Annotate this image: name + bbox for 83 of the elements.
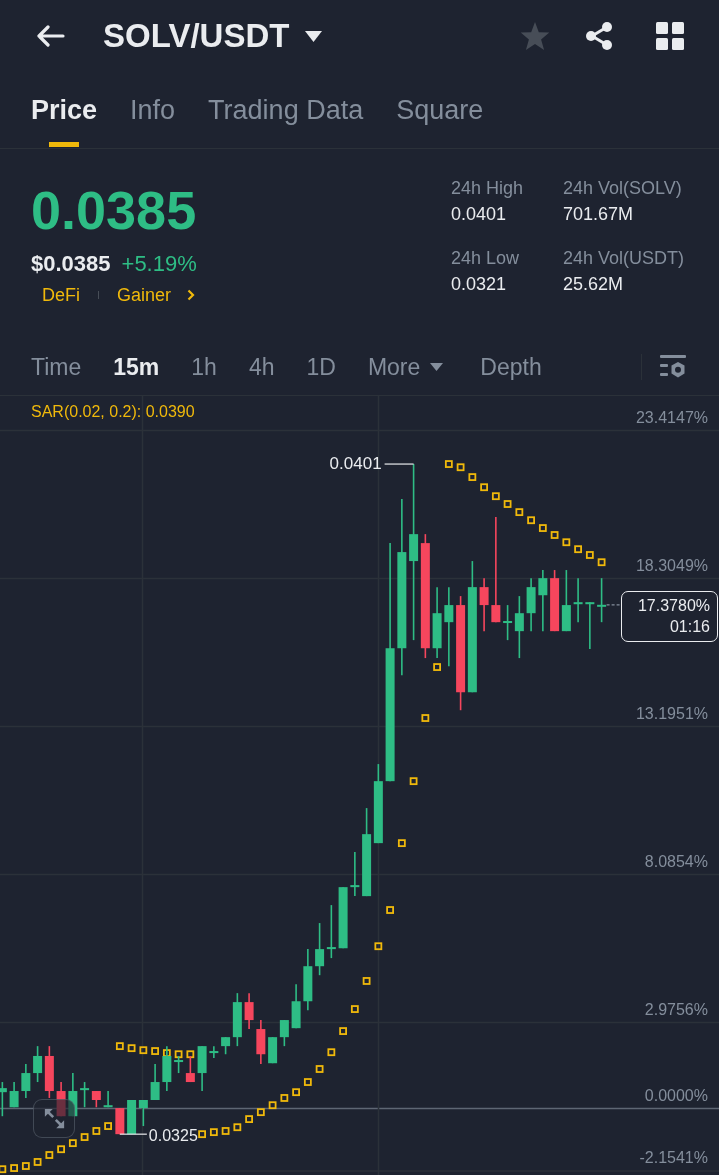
stat-value: 0.0321 xyxy=(451,273,508,296)
candle xyxy=(315,922,325,976)
caret-down-icon xyxy=(430,362,444,371)
candle xyxy=(162,1045,172,1092)
countdown-label: 01:16 xyxy=(669,617,710,638)
candle xyxy=(138,1099,148,1127)
interval-tab[interactable]: 4h xyxy=(248,351,275,382)
axis-label: 13.1951% xyxy=(635,704,708,724)
share-icon[interactable] xyxy=(585,22,613,50)
interval-tab[interactable]: Depth xyxy=(480,351,542,382)
pair-title[interactable]: SOLV/USDT xyxy=(103,16,290,56)
stat-label: 24h Vol(SOLV) xyxy=(563,177,683,200)
low-price-label: 0.0325 xyxy=(148,1126,198,1147)
interval-tab[interactable]: 15m xyxy=(113,351,160,382)
candle xyxy=(526,577,536,632)
candle xyxy=(538,569,548,632)
candle xyxy=(597,577,607,623)
candle xyxy=(338,886,348,950)
star-icon[interactable] xyxy=(520,21,550,51)
price-change: +5.19% xyxy=(121,250,197,278)
tab[interactable]: Square xyxy=(396,72,484,148)
stat-label: 24h High xyxy=(451,177,525,200)
candle xyxy=(350,851,360,897)
candle xyxy=(256,1019,266,1065)
high-price-label: 0.0401 xyxy=(329,454,382,475)
stat-value: 25.62M xyxy=(563,273,625,296)
candle xyxy=(585,601,595,650)
axis-label: 0.0000% xyxy=(644,1086,708,1107)
candle xyxy=(479,577,489,632)
chart-settings-icon[interactable] xyxy=(660,355,686,378)
candle xyxy=(561,569,571,632)
caret-down-icon[interactable] xyxy=(305,30,323,42)
candle xyxy=(291,983,301,1029)
candle xyxy=(573,577,583,623)
candle xyxy=(21,1063,31,1099)
candle xyxy=(303,948,313,1011)
low-leader-line xyxy=(119,1133,148,1135)
last-price: 0.0385 xyxy=(31,179,197,241)
candle xyxy=(197,1045,207,1092)
candle xyxy=(44,1045,54,1099)
chevron-right-icon[interactable] xyxy=(187,289,196,301)
back-arrow-icon[interactable] xyxy=(35,25,65,47)
expand-icon xyxy=(43,1108,65,1129)
stat-label: 24h Low xyxy=(451,247,521,270)
candle xyxy=(9,1081,19,1109)
candle xyxy=(33,1045,43,1083)
candle xyxy=(550,569,560,632)
candle xyxy=(326,904,336,959)
tab[interactable]: Price xyxy=(31,72,98,148)
stat-value: 0.0401 xyxy=(451,203,508,226)
candle xyxy=(209,1045,219,1059)
axis-label: -2.1541% xyxy=(639,1148,708,1169)
interval-tab[interactable]: 1h xyxy=(191,351,217,382)
price-line xyxy=(606,604,621,606)
interval-tab[interactable]: 1D xyxy=(306,351,336,382)
grid-icon[interactable] xyxy=(656,22,684,50)
tab[interactable]: Info xyxy=(130,72,176,148)
candle xyxy=(56,1081,66,1117)
tag-link[interactable]: Gainer xyxy=(117,282,172,308)
interval-tab[interactable]: Time xyxy=(31,351,82,382)
tag-link[interactable]: DeFi xyxy=(42,282,80,308)
axis-label: 18.3049% xyxy=(635,556,708,576)
candle xyxy=(268,1036,278,1064)
candle xyxy=(127,1099,137,1135)
candle xyxy=(103,1090,113,1109)
candle xyxy=(244,992,254,1030)
axis-label: 2.9756% xyxy=(644,999,708,1020)
price-tag-value: 17.3780% xyxy=(637,596,710,617)
candle xyxy=(68,1072,78,1117)
more-dropdown[interactable]: More xyxy=(367,351,444,382)
usd-price: $0.0385 xyxy=(31,250,111,278)
candle xyxy=(0,1081,7,1117)
sar-indicator-label: SAR(0.02, 0.2): 0.0390 xyxy=(31,402,195,422)
candle xyxy=(279,1019,289,1047)
tab[interactable]: Trading Data xyxy=(208,72,364,148)
candle xyxy=(115,1107,125,1135)
stat-value: 701.67M xyxy=(563,203,635,226)
candle xyxy=(150,1063,160,1101)
axis-label: 8.0854% xyxy=(644,851,708,872)
axis-label: 23.4147% xyxy=(635,408,708,429)
expand-button[interactable] xyxy=(33,1099,75,1138)
high-leader-line xyxy=(384,463,415,465)
stat-label: 24h Vol(USDT) xyxy=(563,247,686,270)
